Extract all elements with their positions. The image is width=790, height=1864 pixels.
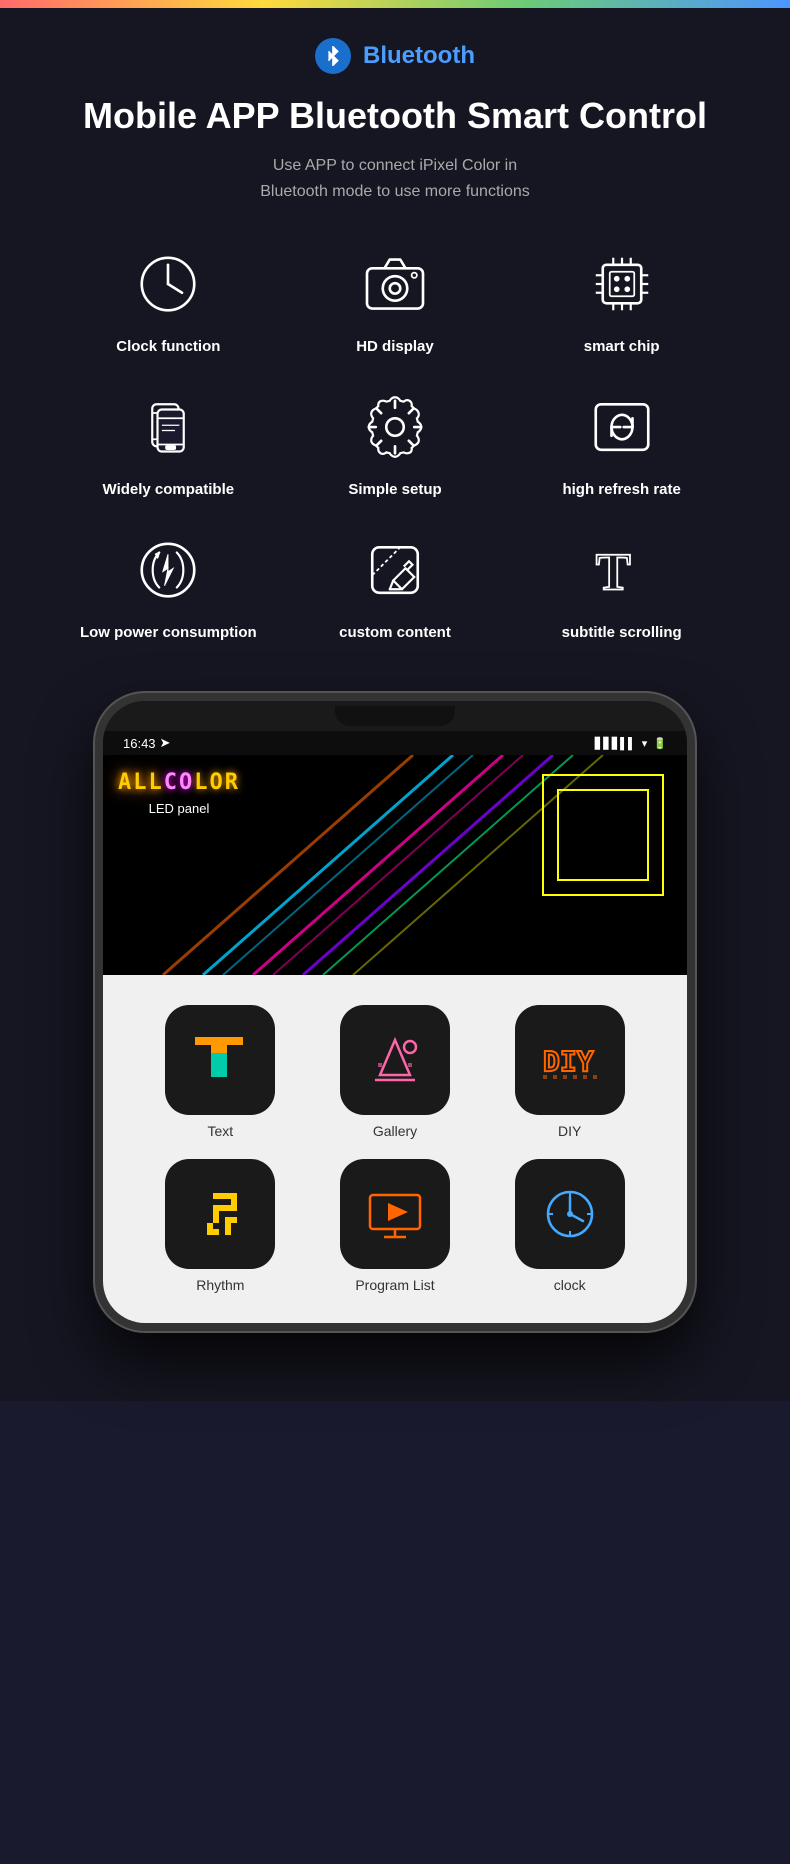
svg-text:T: T <box>595 544 630 602</box>
svg-text:DIY: DIY <box>543 1045 594 1078</box>
app-icon-diy: DIY <box>515 1005 625 1115</box>
feature-subtitle-scrolling: T subtitle scrolling <box>518 530 725 643</box>
feature-compatible-label: Widely compatible <box>103 479 235 500</box>
feature-high-refresh: high refresh rate <box>518 387 725 500</box>
led-panel-label: LED panel <box>118 801 240 816</box>
app-label-program-list: Program List <box>355 1277 434 1293</box>
camera-icon <box>355 244 435 324</box>
refresh-icon <box>582 387 662 467</box>
feature-refresh-label: high refresh rate <box>562 479 680 500</box>
app-item-program-list[interactable]: Program List <box>318 1159 473 1293</box>
feature-clock-label: Clock function <box>116 336 220 357</box>
clock-icon <box>128 244 208 324</box>
features-grid: Clock function HD display <box>65 244 725 643</box>
feature-smart-chip: smart chip <box>518 244 725 357</box>
feature-custom-content: custom content <box>292 530 499 643</box>
feature-widely-compatible: Widely compatible <box>65 387 272 500</box>
sub-title: Use APP to connect iPixel Color inBlueto… <box>20 153 770 204</box>
main-container: Bluetooth Mobile APP Bluetooth Smart Con… <box>0 8 790 1401</box>
edit-icon <box>355 530 435 610</box>
phone-section: 16:43 ➤ ▋▋▋▌▌ ▾ 🔋 <box>20 693 770 1371</box>
led-pixel-text: ALLCOLOR LED panel <box>118 770 240 816</box>
app-grid: Text <box>143 1005 647 1293</box>
feature-clock: Clock function <box>65 244 272 357</box>
app-label-rhythm: Rhythm <box>196 1277 244 1293</box>
status-time: 16:43 ➤ <box>123 735 170 751</box>
feature-setup-label: Simple setup <box>348 479 441 500</box>
feature-custom-label: custom content <box>339 622 451 643</box>
app-item-diy[interactable]: DIY DIY <box>492 1005 647 1139</box>
app-item-gallery[interactable]: Gallery <box>318 1005 473 1139</box>
app-item-clock[interactable]: clock <box>492 1159 647 1293</box>
feature-low-power: Low power consumption <box>65 530 272 643</box>
phone-status-bar: 16:43 ➤ ▋▋▋▌▌ ▾ 🔋 <box>103 731 687 755</box>
app-label-diy: DIY <box>558 1123 581 1139</box>
feature-chip-label: smart chip <box>584 336 660 357</box>
feature-lowpower-label: Low power consumption <box>80 622 257 643</box>
bluetooth-header: Bluetooth <box>20 38 770 74</box>
phone-notch <box>103 701 687 731</box>
phone-app-section: Text <box>103 975 687 1323</box>
top-banner <box>0 0 790 8</box>
app-label-gallery: Gallery <box>373 1123 417 1139</box>
feature-simple-setup: Simple setup <box>292 387 499 500</box>
bluetooth-icon <box>315 38 351 74</box>
app-icon-clock <box>515 1159 625 1269</box>
app-icon-text <box>165 1005 275 1115</box>
app-label-clock: clock <box>554 1277 586 1293</box>
chip-icon <box>582 244 662 324</box>
app-label-text: Text <box>207 1123 233 1139</box>
phone-mockup: 16:43 ➤ ▋▋▋▌▌ ▾ 🔋 <box>95 693 695 1331</box>
phone-layers-icon <box>128 387 208 467</box>
feature-hd-label: HD display <box>356 336 434 357</box>
app-icon-gallery <box>340 1005 450 1115</box>
gear-icon <box>355 387 435 467</box>
text-t-icon: T <box>582 530 662 610</box>
feature-hd-display: HD display <box>292 244 499 357</box>
main-title: Mobile APP Bluetooth Smart Control <box>20 94 770 137</box>
app-item-rhythm[interactable]: Rhythm <box>143 1159 298 1293</box>
lightning-icon <box>128 530 208 610</box>
feature-subtitle-label: subtitle scrolling <box>562 622 682 643</box>
bluetooth-label: Bluetooth <box>363 42 475 70</box>
led-panel-display: ALLCOLOR LED panel <box>103 755 687 975</box>
app-icon-program-list <box>340 1159 450 1269</box>
app-icon-rhythm <box>165 1159 275 1269</box>
app-item-text[interactable]: Text <box>143 1005 298 1139</box>
